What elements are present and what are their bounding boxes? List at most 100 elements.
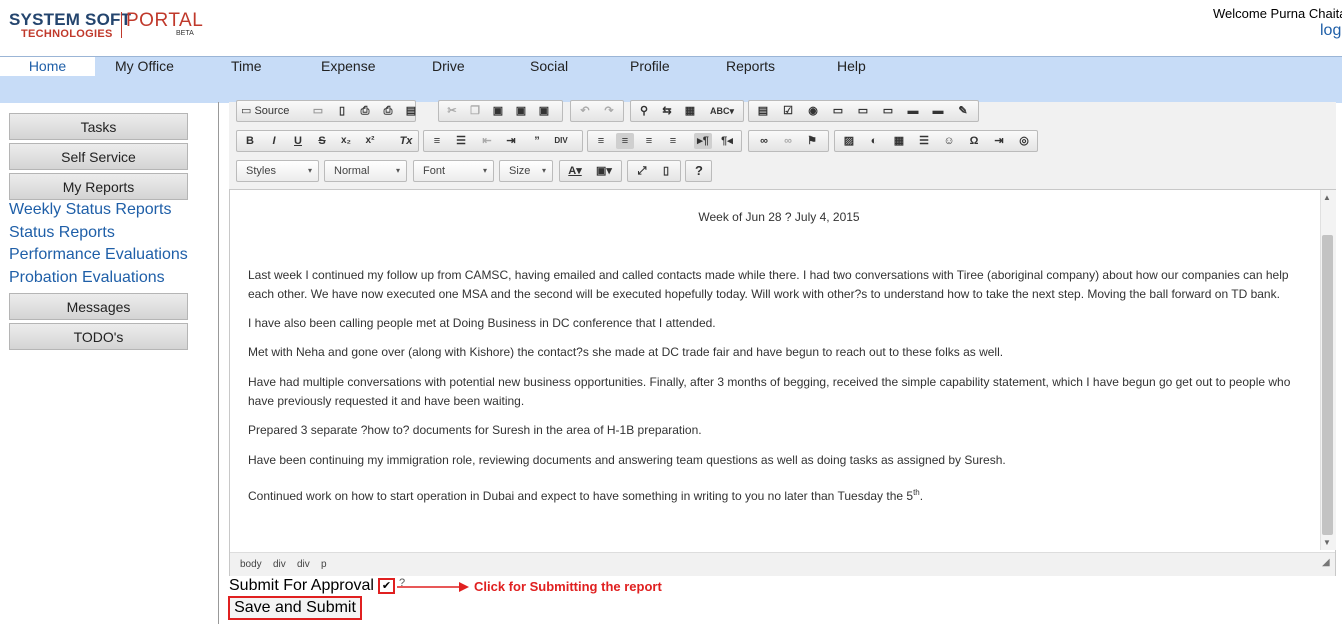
unlink-icon[interactable]: ∞	[779, 133, 797, 149]
strike-icon[interactable]: S	[313, 133, 331, 149]
sidebar-link-weekly-status-reports[interactable]: Weekly Status Reports	[9, 201, 171, 219]
resize-handle-icon[interactable]: ◢	[1322, 557, 1330, 568]
align-left-icon[interactable]: ≡	[592, 133, 610, 149]
outdent-icon[interactable]: ⇤	[478, 133, 496, 149]
radio-icon[interactable]: ◉	[804, 103, 822, 119]
find-icon[interactable]: ⚲	[635, 103, 653, 119]
preview-icon[interactable]: ⎙	[356, 103, 374, 119]
path-item[interactable]: p	[321, 559, 327, 570]
hidden-field-icon[interactable]: ✎	[954, 103, 972, 119]
anchor-icon[interactable]: ⚑	[803, 133, 821, 149]
align-right-icon[interactable]: ≡	[640, 133, 658, 149]
submit-for-approval-checkbox[interactable]: ✔	[378, 578, 395, 594]
numbered-list-icon[interactable]: ≡	[428, 133, 446, 149]
sidebar-todos-button[interactable]: TODO's	[9, 323, 188, 350]
bulleted-list-icon[interactable]: ☰	[452, 133, 470, 149]
replace-icon[interactable]: ⇆	[658, 103, 676, 119]
nav-my-office[interactable]: My Office	[115, 57, 174, 76]
save-icon[interactable]: ▭	[309, 103, 327, 119]
font-dropdown[interactable]: Font ▾	[413, 160, 494, 182]
styles-dropdown-label: Styles	[246, 165, 276, 177]
nav-profile[interactable]: Profile	[630, 57, 670, 76]
element-path-bar: body div div p ◢	[230, 552, 1335, 576]
div-icon[interactable]: DIV	[552, 133, 570, 149]
table-icon[interactable]: ▦	[890, 133, 908, 149]
editor-toolbar: ▭ Source ▭ ▯ ⎙ ⎙ ▤ ✂ ❐ ▣ ▣ ▣ ↶ ↷ ⚲ ⇆ ▦ A…	[229, 100, 1336, 190]
nav-drive[interactable]: Drive	[432, 57, 465, 76]
superscript-icon[interactable]: x²	[361, 133, 379, 149]
editor-content[interactable]: Week of Jun 28 ? July 4, 2015 Last week …	[230, 190, 1320, 550]
sidebar-link-performance-evaluations[interactable]: Performance Evaluations	[9, 246, 188, 264]
rtl-icon[interactable]: ¶◂	[718, 133, 736, 149]
select-all-icon[interactable]: ▦	[681, 103, 699, 119]
subscript-icon[interactable]: x₂	[337, 133, 355, 149]
scroll-up-icon[interactable]: ▲	[1323, 193, 1331, 202]
logout-link[interactable]: log	[1320, 22, 1341, 40]
format-dropdown[interactable]: Normal ▾	[324, 160, 407, 182]
horizontal-rule-icon[interactable]: ☰	[915, 133, 933, 149]
path-item[interactable]: div	[273, 559, 286, 570]
text-color-icon[interactable]: A▾	[563, 163, 587, 179]
styles-dropdown[interactable]: Styles ▾	[236, 160, 319, 182]
sidebar-self-service-button[interactable]: Self Service	[9, 143, 188, 170]
help-icon[interactable]: ?	[690, 163, 708, 179]
new-page-icon[interactable]: ▯	[333, 103, 351, 119]
image-button-icon[interactable]: ▬	[929, 103, 947, 119]
sidebar-my-reports-button[interactable]: My Reports	[9, 173, 188, 200]
size-dropdown[interactable]: Size ▾	[499, 160, 553, 182]
indent-icon[interactable]: ⇥	[502, 133, 520, 149]
undo-icon[interactable]: ↶	[576, 103, 594, 119]
path-item[interactable]: div	[297, 559, 310, 570]
bold-icon[interactable]: B	[241, 133, 259, 149]
nav-time[interactable]: Time	[231, 57, 262, 76]
special-char-icon[interactable]: Ω	[965, 133, 983, 149]
form-icon[interactable]: ▤	[754, 103, 772, 119]
italic-icon[interactable]: I	[265, 133, 283, 149]
redo-icon[interactable]: ↷	[600, 103, 618, 119]
textarea-icon[interactable]: ▭	[854, 103, 872, 119]
align-center-icon[interactable]: ≡	[616, 133, 634, 149]
nav-home[interactable]: Home	[0, 57, 95, 76]
iframe-icon[interactable]: ◎	[1015, 133, 1033, 149]
sidebar-link-probation-evaluations[interactable]: Probation Evaluations	[9, 269, 165, 287]
sidebar-messages-button[interactable]: Messages	[9, 293, 188, 320]
spellcheck-icon[interactable]: ABC▾	[706, 103, 738, 119]
link-icon[interactable]: ∞	[755, 133, 773, 149]
paste-text-icon[interactable]: ▣	[512, 103, 530, 119]
paste-word-icon[interactable]: ▣	[535, 103, 553, 119]
paste-icon[interactable]: ▣	[489, 103, 507, 119]
source-button[interactable]: ▭ Source	[241, 103, 301, 119]
nav-expense[interactable]: Expense	[321, 57, 375, 76]
flash-icon[interactable]: ◐	[865, 133, 883, 149]
maximize-icon[interactable]: ⤢	[633, 163, 651, 179]
scroll-down-icon[interactable]: ▼	[1323, 538, 1331, 547]
justify-icon[interactable]: ≡	[664, 133, 682, 149]
bg-color-icon[interactable]: ▣▾	[592, 163, 616, 179]
remove-format-icon[interactable]: Tx	[397, 133, 415, 149]
save-and-submit-button[interactable]: Save and Submit	[228, 596, 362, 620]
image-icon[interactable]: ▨	[840, 133, 858, 149]
ltr-icon[interactable]: ▸¶	[694, 133, 712, 149]
select-field-icon[interactable]: ▭	[879, 103, 897, 119]
sidebar-link-status-reports[interactable]: Status Reports	[9, 224, 115, 242]
print-icon[interactable]: ⎙	[379, 103, 397, 119]
checkbox-icon[interactable]: ☑	[779, 103, 797, 119]
nav-help[interactable]: Help	[837, 57, 866, 76]
underline-icon[interactable]: U	[289, 133, 307, 149]
page-break-icon[interactable]: ⇥	[990, 133, 1008, 149]
toolbar-group-align: ≡ ≡ ≡ ≡ ▸¶ ¶◂	[587, 130, 742, 152]
logo-divider	[121, 12, 122, 38]
cut-icon[interactable]: ✂	[443, 103, 461, 119]
nav-social[interactable]: Social	[530, 57, 568, 76]
button-field-icon[interactable]: ▬	[904, 103, 922, 119]
smiley-icon[interactable]: ☺	[940, 133, 958, 149]
show-blocks-icon[interactable]: ▯	[657, 163, 675, 179]
textfield-icon[interactable]: ▭	[829, 103, 847, 119]
copy-icon[interactable]: ❐	[466, 103, 484, 119]
templates-icon[interactable]: ▤	[402, 103, 420, 119]
blockquote-icon[interactable]: ”	[528, 133, 546, 149]
nav-reports[interactable]: Reports	[726, 57, 775, 76]
path-item[interactable]: body	[240, 559, 262, 570]
editor-scrollbar-thumb[interactable]	[1322, 235, 1333, 535]
sidebar-tasks-button[interactable]: Tasks	[9, 113, 188, 140]
